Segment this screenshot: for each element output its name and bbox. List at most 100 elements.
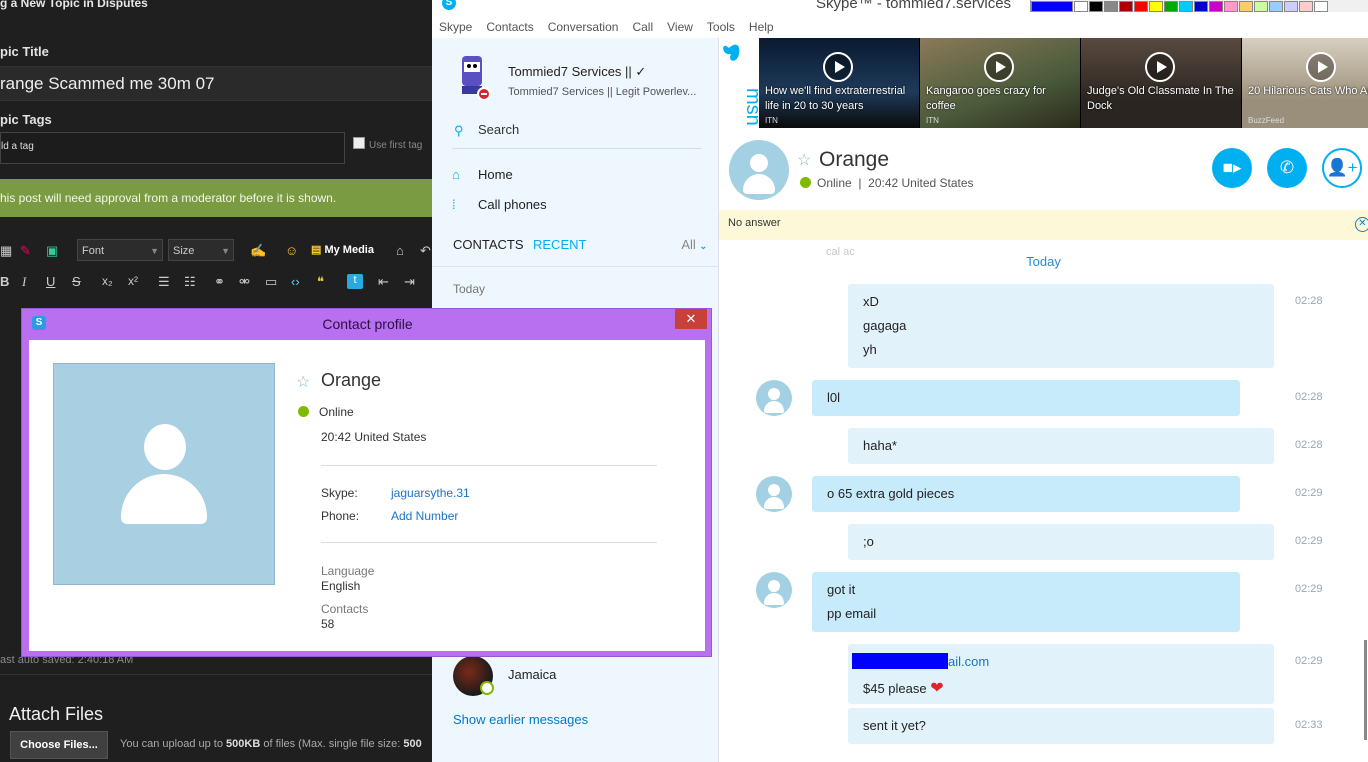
table-icon[interactable]: ▦ [0,243,12,259]
video-call-button[interactable]: ■▸ [1212,148,1252,188]
news-card[interactable]: Kangaroo goes crazy for coffee ITN [920,38,1080,128]
palette-swatch[interactable] [1239,1,1253,12]
my-media-button[interactable]: ▤ My Media [311,243,374,256]
eraser-icon[interactable]: ✎ [20,243,31,259]
menu-help[interactable]: Help [742,16,781,38]
superscript-icon[interactable]: x² [128,274,138,288]
nav-call-phones[interactable]: ⁞ Call phones [452,197,547,212]
news-card[interactable]: 20 Hilarious Cats Who Are Basically Dogs… [1242,38,1368,128]
close-icon[interactable]: ✕ [1355,217,1368,232]
profile-local-time: 20:42 United States [321,430,427,444]
close-button[interactable]: ✕ [675,309,707,329]
font-select[interactable]: Font ▼ [77,239,163,261]
message-bubble-outgoing[interactable]: haha* [848,428,1274,464]
menu-conversation[interactable]: Conversation [541,16,626,38]
scrollbar[interactable] [1364,640,1367,740]
recent-contact-name[interactable]: Jamaica [508,667,556,682]
palette-swatch[interactable] [1134,1,1148,12]
sender-avatar[interactable] [756,476,792,512]
palette-swatch[interactable] [1089,1,1103,12]
menu-contacts[interactable]: Contacts [479,16,540,38]
palette-swatch[interactable] [1164,1,1178,12]
size-select[interactable]: Size ▼ [168,239,234,261]
nav-home[interactable]: ⌂ Home [452,167,513,182]
filter-all[interactable]: All ⌄ [681,237,707,252]
link-icon[interactable]: ⚭ [214,274,225,290]
message-bubble-incoming[interactable]: l0l [812,380,1240,416]
menu-skype[interactable]: Skype [432,16,479,38]
underline-icon[interactable]: U [46,274,55,289]
image-icon[interactable]: ▣ [46,243,58,259]
menu-tools[interactable]: Tools [700,16,742,38]
palette-swatch[interactable] [1031,1,1073,12]
code-brackets-icon[interactable]: ‹› [291,274,300,289]
bullet-list-icon[interactable]: ☰ [158,274,170,290]
palette-swatch[interactable] [1314,1,1328,12]
menu-call[interactable]: Call [625,16,660,38]
menu-view[interactable]: View [660,16,700,38]
palette-swatch[interactable] [1209,1,1223,12]
checkbox-icon[interactable] [353,137,365,149]
message-bubble-incoming[interactable]: o 65 extra gold pieces [812,476,1240,512]
palette-swatch[interactable] [1284,1,1298,12]
message-bubble-outgoing[interactable]: xD gagaga yh [848,284,1274,368]
favorite-star-icon[interactable]: ☆ [797,150,811,170]
profile-avatar[interactable] [452,52,492,100]
palette-swatch[interactable] [1299,1,1313,12]
message-bubble-incoming[interactable]: got it pp email [812,572,1240,632]
news-card[interactable]: How we'll find extraterrestrial life in … [759,38,919,128]
email-link[interactable]: ail.com [852,653,989,669]
italic-icon[interactable]: I [22,274,26,290]
message-line: sent it yet? [863,718,926,733]
show-earlier-messages-link[interactable]: Show earlier messages [453,712,588,727]
palette-swatch[interactable] [1194,1,1208,12]
message-bubble-outgoing[interactable]: ail.com $45 please ❤ [848,644,1274,704]
add-number-link[interactable]: Add Number [391,509,458,523]
choose-files-button[interactable]: Choose Files... [10,731,108,759]
add-people-button[interactable]: 👤+ [1322,148,1362,188]
use-first-tag-checkbox[interactable]: Use first tag [353,137,422,151]
numbered-list-icon[interactable]: ☷ [184,274,196,290]
tag-input[interactable]: ld a tag [0,132,345,164]
picture-icon[interactable]: ▭ [265,274,277,290]
message-bubble-outgoing[interactable]: sent it yet? [848,708,1274,744]
msn-logo[interactable]: msn [719,38,764,128]
topic-title-input[interactable]: range Scammed me 30m 07 [0,66,432,101]
twitter-icon[interactable]: t [347,274,363,289]
quote-icon[interactable]: ❝ [317,274,324,290]
indent-icon[interactable]: ⇥ [404,274,415,290]
smiley-icon[interactable]: ☺ [285,243,298,258]
palette-swatch[interactable] [1104,1,1118,12]
palette-swatch[interactable] [1074,1,1088,12]
favorite-star-icon[interactable]: ☆ [296,372,310,392]
color-icon[interactable]: ✍ [250,243,266,259]
palette-swatch[interactable] [1119,1,1133,12]
profile-name[interactable]: Tommied7 Services || ✓ [508,64,646,80]
palette-swatch[interactable] [1179,1,1193,12]
voice-call-button[interactable]: ✆ [1267,148,1307,188]
contact-avatar[interactable] [729,140,789,200]
outdent-icon[interactable]: ⇤ [378,274,389,290]
palette-swatch[interactable] [1149,1,1163,12]
contact-name[interactable]: Orange [819,148,889,172]
tab-contacts[interactable]: CONTACTS [453,237,524,252]
undo-icon[interactable]: ↶ [420,243,431,259]
code-icon[interactable]: ⌂ [396,243,404,258]
palette-swatch[interactable] [1269,1,1283,12]
bold-icon[interactable]: B [0,274,9,289]
palette-swatch[interactable] [1224,1,1238,12]
profile-mood[interactable]: Tommied7 Services || Legit Powerlev... [508,86,696,98]
tab-recent[interactable]: RECENT [533,237,586,252]
news-card[interactable]: Judge's Old Classmate In The Dock [1081,38,1241,128]
palette-swatch[interactable] [1254,1,1268,12]
unlink-icon[interactable]: ⚮ [239,274,250,290]
nav-home-label: Home [478,167,513,182]
message-bubble-outgoing[interactable]: ;o [848,524,1274,560]
sender-avatar[interactable] [756,572,792,608]
subscript-icon[interactable]: x₂ [102,274,113,288]
sender-avatar[interactable] [756,380,792,416]
divider [321,465,657,466]
strikethrough-icon[interactable]: S [72,274,81,289]
skype-name-value[interactable]: jaguarsythe.31 [391,486,470,500]
search-field[interactable]: ⚲ Search [452,120,702,149]
